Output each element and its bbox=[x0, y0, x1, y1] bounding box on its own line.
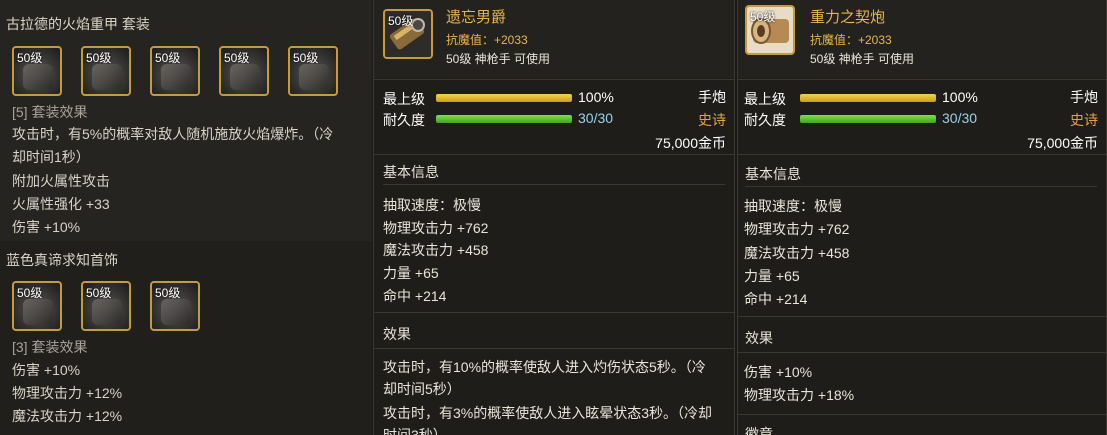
item-tooltip: 50级 重力之契炮 抗魔值：+2033 50级 神枪手 可使用 最上级 100%… bbox=[737, 0, 1107, 435]
item-name: 遗忘男爵 bbox=[446, 9, 507, 26]
item-requirement: 50级 神枪手 可使用 bbox=[810, 52, 915, 66]
set-effect-line: 火属性强化 +33 bbox=[12, 196, 110, 212]
armor-icon bbox=[230, 64, 260, 90]
set-item-slot[interactable]: 50级 bbox=[150, 46, 200, 96]
grade-value: 100% bbox=[578, 89, 614, 105]
item-magic-resist: 抗魔值：+2033 bbox=[810, 33, 892, 47]
set-effect-header: [3] 套装效果 bbox=[12, 339, 88, 355]
stat-line: 抽取速度：极慢 bbox=[383, 197, 481, 213]
item-level-badge: 50级 bbox=[388, 14, 414, 28]
set-item-slot[interactable]: 50级 bbox=[12, 46, 62, 96]
durability-label: 耐久度 bbox=[383, 112, 425, 128]
grade-bar-fill bbox=[436, 94, 572, 102]
set-block-accessory: 蓝色真谛求知首饰 50级 50级 50级 [3] 套装效果 伤害 +10% 物理… bbox=[0, 241, 372, 435]
item-price: 75,000金币 bbox=[1027, 135, 1098, 151]
divider bbox=[738, 316, 1106, 317]
basic-info-title: 基本信息 bbox=[745, 166, 801, 182]
set-effect-line: 物理攻击力 +12% bbox=[12, 385, 123, 401]
set-effect-line: 伤害 +10% bbox=[12, 219, 81, 235]
item-icon: 50级 bbox=[745, 5, 795, 55]
divider bbox=[374, 79, 734, 80]
ring-icon bbox=[161, 299, 191, 325]
armor-icon bbox=[92, 64, 122, 90]
armor-icon bbox=[299, 64, 329, 90]
effect-line: 攻击时，有10%的概率使敌人进入灼伤状态5秒。（冷 bbox=[383, 359, 706, 375]
set-item-slot[interactable]: 50级 bbox=[12, 281, 62, 331]
item-level-badge: 50级 bbox=[750, 10, 776, 24]
set-block-flame-armor: 古拉德的火焰重甲 套装 50级 50级 50级 50级 50级 [5] 套装效果… bbox=[0, 0, 372, 241]
item-price: 75,000金币 bbox=[655, 135, 726, 151]
basic-info-title: 基本信息 bbox=[383, 164, 439, 180]
effect-line: 却时间5秒） bbox=[383, 381, 461, 397]
divider bbox=[738, 79, 1106, 80]
grade-value: 100% bbox=[942, 89, 978, 105]
divider bbox=[738, 352, 1106, 353]
divider bbox=[374, 154, 734, 155]
durability-value: 30/30 bbox=[942, 110, 978, 126]
set-effect-line: 伤害 +10% bbox=[12, 362, 81, 378]
necklace-icon bbox=[92, 299, 122, 325]
weapon-type: 手炮 bbox=[698, 89, 726, 105]
durability-value: 30/30 bbox=[578, 110, 614, 126]
set-bonus-panel: 古拉德的火焰重甲 套装 50级 50级 50级 50级 50级 [5] 套装效果… bbox=[0, 0, 372, 435]
set-effect-line: 附加火属性攻击 bbox=[12, 173, 110, 189]
divider bbox=[383, 184, 725, 185]
grade-bar bbox=[436, 94, 572, 102]
divider bbox=[738, 414, 1106, 415]
stat-line: 力量 +65 bbox=[383, 265, 439, 281]
item-tooltip: 50级 遗忘男爵 抗魔值：+2033 50级 神枪手 可使用 最上级 100% … bbox=[373, 0, 735, 435]
set-item-slot[interactable]: 50级 bbox=[81, 46, 131, 96]
set-title: 古拉德的火焰重甲 套装 bbox=[6, 16, 150, 32]
rarity: 史诗 bbox=[698, 112, 726, 128]
stat-line: 魔法攻击力 +458 bbox=[383, 242, 489, 258]
set-item-slot[interactable]: 50级 bbox=[288, 46, 338, 96]
stat-line: 魔法攻击力 +458 bbox=[744, 245, 850, 261]
effect-line: 攻击时，有3%的概率使敌人进入眩晕状态3秒。（冷却 bbox=[383, 405, 713, 421]
bracelet-icon bbox=[23, 299, 53, 325]
stat-line: 物理攻击力 +762 bbox=[383, 220, 489, 236]
item-magic-resist: 抗魔值：+2033 bbox=[446, 33, 528, 47]
durability-bar bbox=[436, 115, 572, 123]
stat-line: 命中 +214 bbox=[744, 291, 808, 307]
grade-bar bbox=[800, 94, 936, 102]
effect-title: 效果 bbox=[745, 330, 773, 346]
grade-label: 最上级 bbox=[744, 91, 786, 107]
stat-line: 力量 +65 bbox=[744, 268, 800, 284]
badge-section-title: 徽章 bbox=[745, 426, 773, 435]
stat-line: 命中 +214 bbox=[383, 288, 447, 304]
item-name: 重力之契炮 bbox=[810, 9, 886, 26]
divider bbox=[738, 154, 1106, 155]
effect-title: 效果 bbox=[383, 326, 411, 342]
set-effect-line: 却时间1秒） bbox=[12, 149, 90, 165]
set-title: 蓝色真谛求知首饰 bbox=[6, 252, 118, 268]
stat-line: 物理攻击力 +762 bbox=[744, 221, 850, 237]
durability-label: 耐久度 bbox=[744, 112, 786, 128]
set-item-slot[interactable]: 50级 bbox=[81, 281, 131, 331]
effect-line: 伤害 +10% bbox=[744, 364, 813, 380]
set-item-slot[interactable]: 50级 bbox=[219, 46, 269, 96]
set-effect-line: 魔法攻击力 +12% bbox=[12, 408, 123, 424]
grade-bar-fill bbox=[800, 94, 936, 102]
set-item-slot[interactable]: 50级 bbox=[150, 281, 200, 331]
tooltip-header: 50级 遗忘男爵 抗魔值：+2033 50级 神枪手 可使用 bbox=[374, 0, 734, 78]
effect-line: 时间3秒） bbox=[383, 427, 447, 435]
durability-bar-fill bbox=[800, 115, 936, 123]
set-effect-line: 攻击时，有5%的概率对敌人随机施放火焰爆炸。（冷 bbox=[12, 126, 334, 142]
item-requirement: 50级 神枪手 可使用 bbox=[446, 52, 551, 66]
stat-line: 抽取速度：极慢 bbox=[744, 198, 842, 214]
divider bbox=[745, 186, 1097, 187]
set-effect-header: [5] 套装效果 bbox=[12, 104, 88, 120]
divider bbox=[374, 312, 734, 313]
divider bbox=[374, 348, 734, 349]
grade-label: 最上级 bbox=[383, 91, 425, 107]
rarity: 史诗 bbox=[1070, 112, 1098, 128]
armor-icon bbox=[23, 64, 53, 90]
durability-bar-fill bbox=[436, 115, 572, 123]
durability-bar bbox=[800, 115, 936, 123]
tooltip-header: 50级 重力之契炮 抗魔值：+2033 50级 神枪手 可使用 bbox=[738, 0, 1106, 78]
effect-line: 物理攻击力 +18% bbox=[744, 387, 855, 403]
item-icon: 50级 bbox=[383, 9, 433, 59]
armor-icon bbox=[161, 64, 191, 90]
weapon-type: 手炮 bbox=[1070, 89, 1098, 105]
